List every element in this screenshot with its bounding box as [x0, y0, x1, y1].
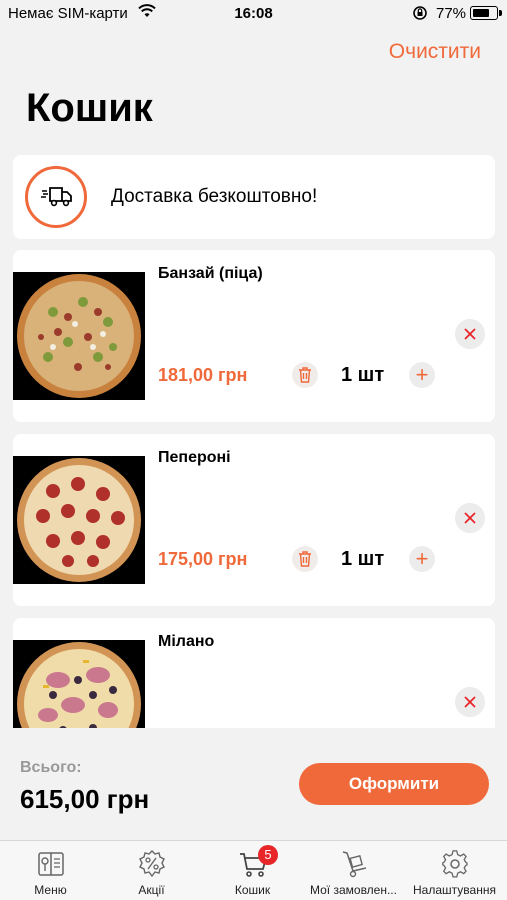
cart-item: Мілано: [13, 618, 495, 728]
plus-icon: +: [415, 546, 429, 571]
product-price: 181,00 грн: [158, 365, 248, 385]
product-image: [13, 456, 145, 584]
tab-label: Меню: [34, 883, 67, 897]
product-name: Пепероні: [158, 449, 231, 466]
tab-label: Акції: [138, 883, 165, 897]
trash-icon: [299, 367, 311, 383]
tab-label: Мої замовлен...: [310, 883, 397, 897]
battery-percent: 77%: [436, 5, 467, 22]
cart-items-list[interactable]: Банзай (піца) 181,00 грн 1 шт + Пепероні…: [0, 250, 507, 728]
remove-item-button[interactable]: [455, 687, 485, 717]
tab-label: Кошик: [234, 883, 271, 897]
total-amount: 615,00 грн: [20, 784, 150, 814]
close-icon: [464, 328, 476, 340]
tab-settings[interactable]: Налаштування: [404, 841, 505, 900]
product-image: [13, 640, 145, 728]
decrease-quantity-button[interactable]: [292, 546, 318, 572]
delivery-text: Доставка безкоштовно!: [111, 186, 318, 207]
battery-icon: [470, 6, 502, 20]
cart-count-badge: 5: [258, 845, 278, 865]
product-image: [13, 272, 145, 400]
tab-cart[interactable]: 5 Кошик: [202, 841, 303, 900]
product-price: 175,00 грн: [158, 549, 248, 569]
total-label: Всього:: [20, 759, 82, 776]
remove-item-button[interactable]: [455, 319, 485, 349]
page-title: Кошик: [26, 86, 153, 130]
tab-promotions[interactable]: Акції: [101, 841, 202, 900]
orientation-lock-icon: [412, 5, 428, 25]
menu-book-icon: [38, 852, 64, 876]
plus-icon: +: [415, 362, 429, 387]
quantity-value: 1 шт: [341, 548, 385, 570]
hand-truck-icon: [342, 851, 367, 878]
tab-menu[interactable]: Меню: [0, 841, 101, 900]
tab-bar: Меню Акції 5 Кошик Мої замовлен... Налаш…: [0, 840, 507, 900]
cart-item: Банзай (піца) 181,00 грн 1 шт +: [13, 250, 495, 422]
increase-quantity-button[interactable]: +: [409, 546, 435, 572]
status-bar: Немає SIM-карти 16:08 77%: [0, 0, 507, 28]
percent-badge-icon: [139, 850, 165, 878]
delivery-truck-icon: [25, 166, 87, 228]
close-icon: [464, 696, 476, 708]
gear-icon: [442, 850, 468, 878]
clear-cart-button[interactable]: Очистити: [389, 40, 481, 64]
close-icon: [464, 512, 476, 524]
delivery-banner: Доставка безкоштовно!: [13, 155, 495, 239]
tab-my-orders[interactable]: Мої замовлен...: [303, 841, 404, 900]
product-name: Банзай (піца): [158, 265, 263, 282]
quantity-value: 1 шт: [341, 364, 385, 386]
tab-label: Налаштування: [413, 883, 496, 897]
checkout-button[interactable]: Оформити: [299, 763, 489, 805]
cart-item: Пепероні 175,00 грн 1 шт +: [13, 434, 495, 606]
trash-icon: [299, 551, 311, 567]
increase-quantity-button[interactable]: +: [409, 362, 435, 388]
remove-item-button[interactable]: [455, 503, 485, 533]
clock: 16:08: [234, 5, 273, 22]
order-summary: Всього: 615,00 грн Оформити: [0, 728, 507, 840]
decrease-quantity-button[interactable]: [292, 362, 318, 388]
product-name: Мілано: [158, 633, 215, 650]
